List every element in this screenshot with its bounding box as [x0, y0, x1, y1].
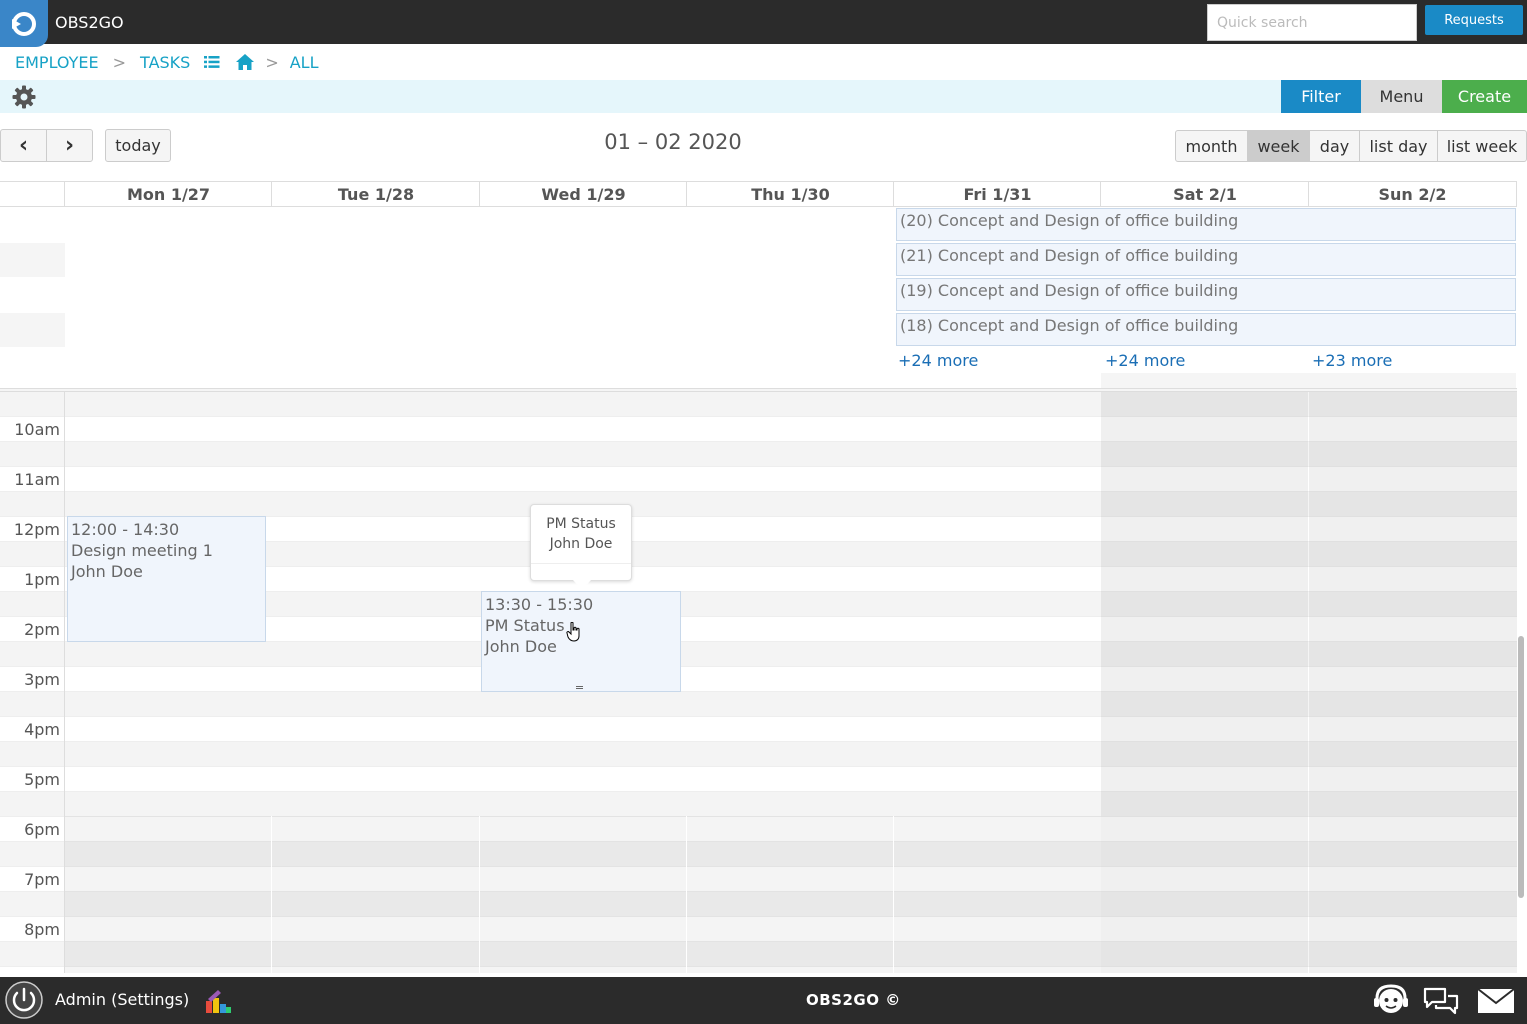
view-day-button[interactable]: day	[1309, 130, 1360, 162]
view-week-button[interactable]: week	[1247, 130, 1310, 162]
list-icon[interactable]	[204, 55, 220, 69]
column-divider	[479, 816, 480, 973]
allday-axis-stripe	[0, 243, 65, 277]
requests-button[interactable]: Requests	[1425, 5, 1523, 35]
allday-event[interactable]: (18) Concept and Design of office buildi…	[896, 313, 1516, 346]
resize-handle[interactable]	[576, 686, 583, 689]
event-time: 13:30 - 15:30	[485, 595, 594, 614]
tooltip-person: John Doe	[549, 536, 613, 552]
after-hours-shade	[65, 816, 1101, 973]
more-link-sat[interactable]: +24 more	[1105, 351, 1185, 370]
quick-search-input[interactable]	[1207, 4, 1417, 41]
vertical-scrollbar[interactable]	[1518, 636, 1524, 898]
weekend-shade-sun	[1309, 392, 1517, 973]
time-label: 12pm	[13, 520, 60, 539]
allday-axis-stripe	[0, 313, 65, 347]
breadcrumb-separator: >	[265, 52, 279, 72]
allday-event[interactable]: (20) Concept and Design of office buildi…	[896, 208, 1516, 241]
more-link-fri[interactable]: +24 more	[898, 351, 978, 370]
time-label: 10am	[14, 420, 60, 439]
breadcrumb-employee[interactable]: EMPLOYEE	[15, 53, 99, 72]
time-label: 4pm	[24, 720, 60, 739]
app-title: OBS2GO	[55, 13, 124, 32]
time-grid: 10am 11am 12pm 1pm 2pm 3pm 4pm 5pm 6pm 7…	[0, 392, 1517, 973]
event-design-meeting[interactable]: 12:00 - 14:30 Design meeting 1 John Doe	[67, 516, 266, 642]
time-label: 5pm	[24, 770, 60, 789]
tooltip-divider	[531, 563, 631, 564]
breadcrumb-all[interactable]: ALL	[290, 53, 319, 72]
axis-divider	[64, 392, 65, 973]
tooltip-title: PM Status	[546, 516, 616, 532]
allday-event[interactable]: (19) Concept and Design of office buildi…	[896, 278, 1516, 311]
top-bar: OBS2GO Requests	[0, 0, 1527, 47]
event-time: 12:00 - 14:30	[71, 520, 180, 539]
support-agent-icon[interactable]	[1372, 983, 1410, 1023]
breadcrumb-tasks[interactable]: TASKS	[140, 53, 190, 72]
day-header-tue[interactable]: Tue 1/28	[271, 182, 480, 207]
day-header-mon[interactable]: Mon 1/27	[64, 182, 272, 207]
column-divider	[271, 816, 272, 973]
app-logo-icon[interactable]	[0, 0, 48, 47]
time-label: 8pm	[24, 920, 60, 939]
view-list-week-button[interactable]: list week	[1437, 130, 1527, 162]
today-button[interactable]: today	[105, 129, 171, 162]
view-month-button[interactable]: month	[1175, 130, 1248, 162]
day-header-sun[interactable]: Sun 2/2	[1308, 182, 1517, 207]
footer-brand: OBS2GO ©	[806, 991, 901, 1009]
time-label: 7pm	[24, 870, 60, 889]
theme-palette-icon[interactable]	[204, 988, 232, 1018]
power-icon[interactable]	[4, 980, 44, 1024]
allday-event[interactable]: (21) Concept and Design of office buildi…	[896, 243, 1516, 276]
time-label: 1pm	[24, 570, 60, 589]
allday-weekend-strip	[1101, 373, 1516, 388]
gear-icon[interactable]	[12, 85, 36, 113]
menu-button[interactable]: Menu	[1361, 80, 1442, 113]
day-header-axis	[0, 182, 65, 207]
time-label: 2pm	[24, 620, 60, 639]
time-label: 6pm	[24, 820, 60, 839]
day-header-fri[interactable]: Fri 1/31	[893, 182, 1101, 207]
filter-button[interactable]: Filter	[1281, 80, 1361, 113]
footer-bar: Admin (Settings) OBS2GO ©	[0, 977, 1527, 1024]
prev-button[interactable]: ‹	[0, 129, 47, 162]
weekend-shade-sat	[1101, 392, 1308, 973]
breadcrumb-separator: >	[112, 52, 127, 72]
time-label: 3pm	[24, 670, 60, 689]
more-link-sun[interactable]: +23 more	[1312, 351, 1392, 370]
day-header-wed[interactable]: Wed 1/29	[479, 182, 687, 207]
breadcrumb: EMPLOYEE > TASKS > ALL	[15, 52, 319, 72]
event-title: Design meeting 1	[71, 541, 213, 560]
event-tooltip: PM Status John Doe	[530, 504, 632, 590]
column-divider	[893, 816, 894, 973]
mouse-cursor-icon	[566, 621, 582, 646]
calendar-title: 01 – 02 2020	[604, 130, 742, 154]
create-button[interactable]: Create	[1442, 80, 1527, 113]
chat-icon[interactable]	[1423, 986, 1459, 1020]
day-header-thu[interactable]: Thu 1/30	[686, 182, 894, 207]
next-button[interactable]: ›	[46, 129, 93, 162]
mail-icon[interactable]	[1477, 988, 1515, 1018]
home-icon[interactable]	[236, 54, 255, 70]
time-label: 11am	[14, 470, 60, 489]
view-list-day-button[interactable]: list day	[1359, 130, 1438, 162]
day-header-sat[interactable]: Sat 2/1	[1100, 182, 1309, 207]
column-divider	[686, 816, 687, 973]
event-person: John Doe	[71, 562, 143, 581]
admin-settings-link[interactable]: Admin (Settings)	[55, 990, 189, 1009]
